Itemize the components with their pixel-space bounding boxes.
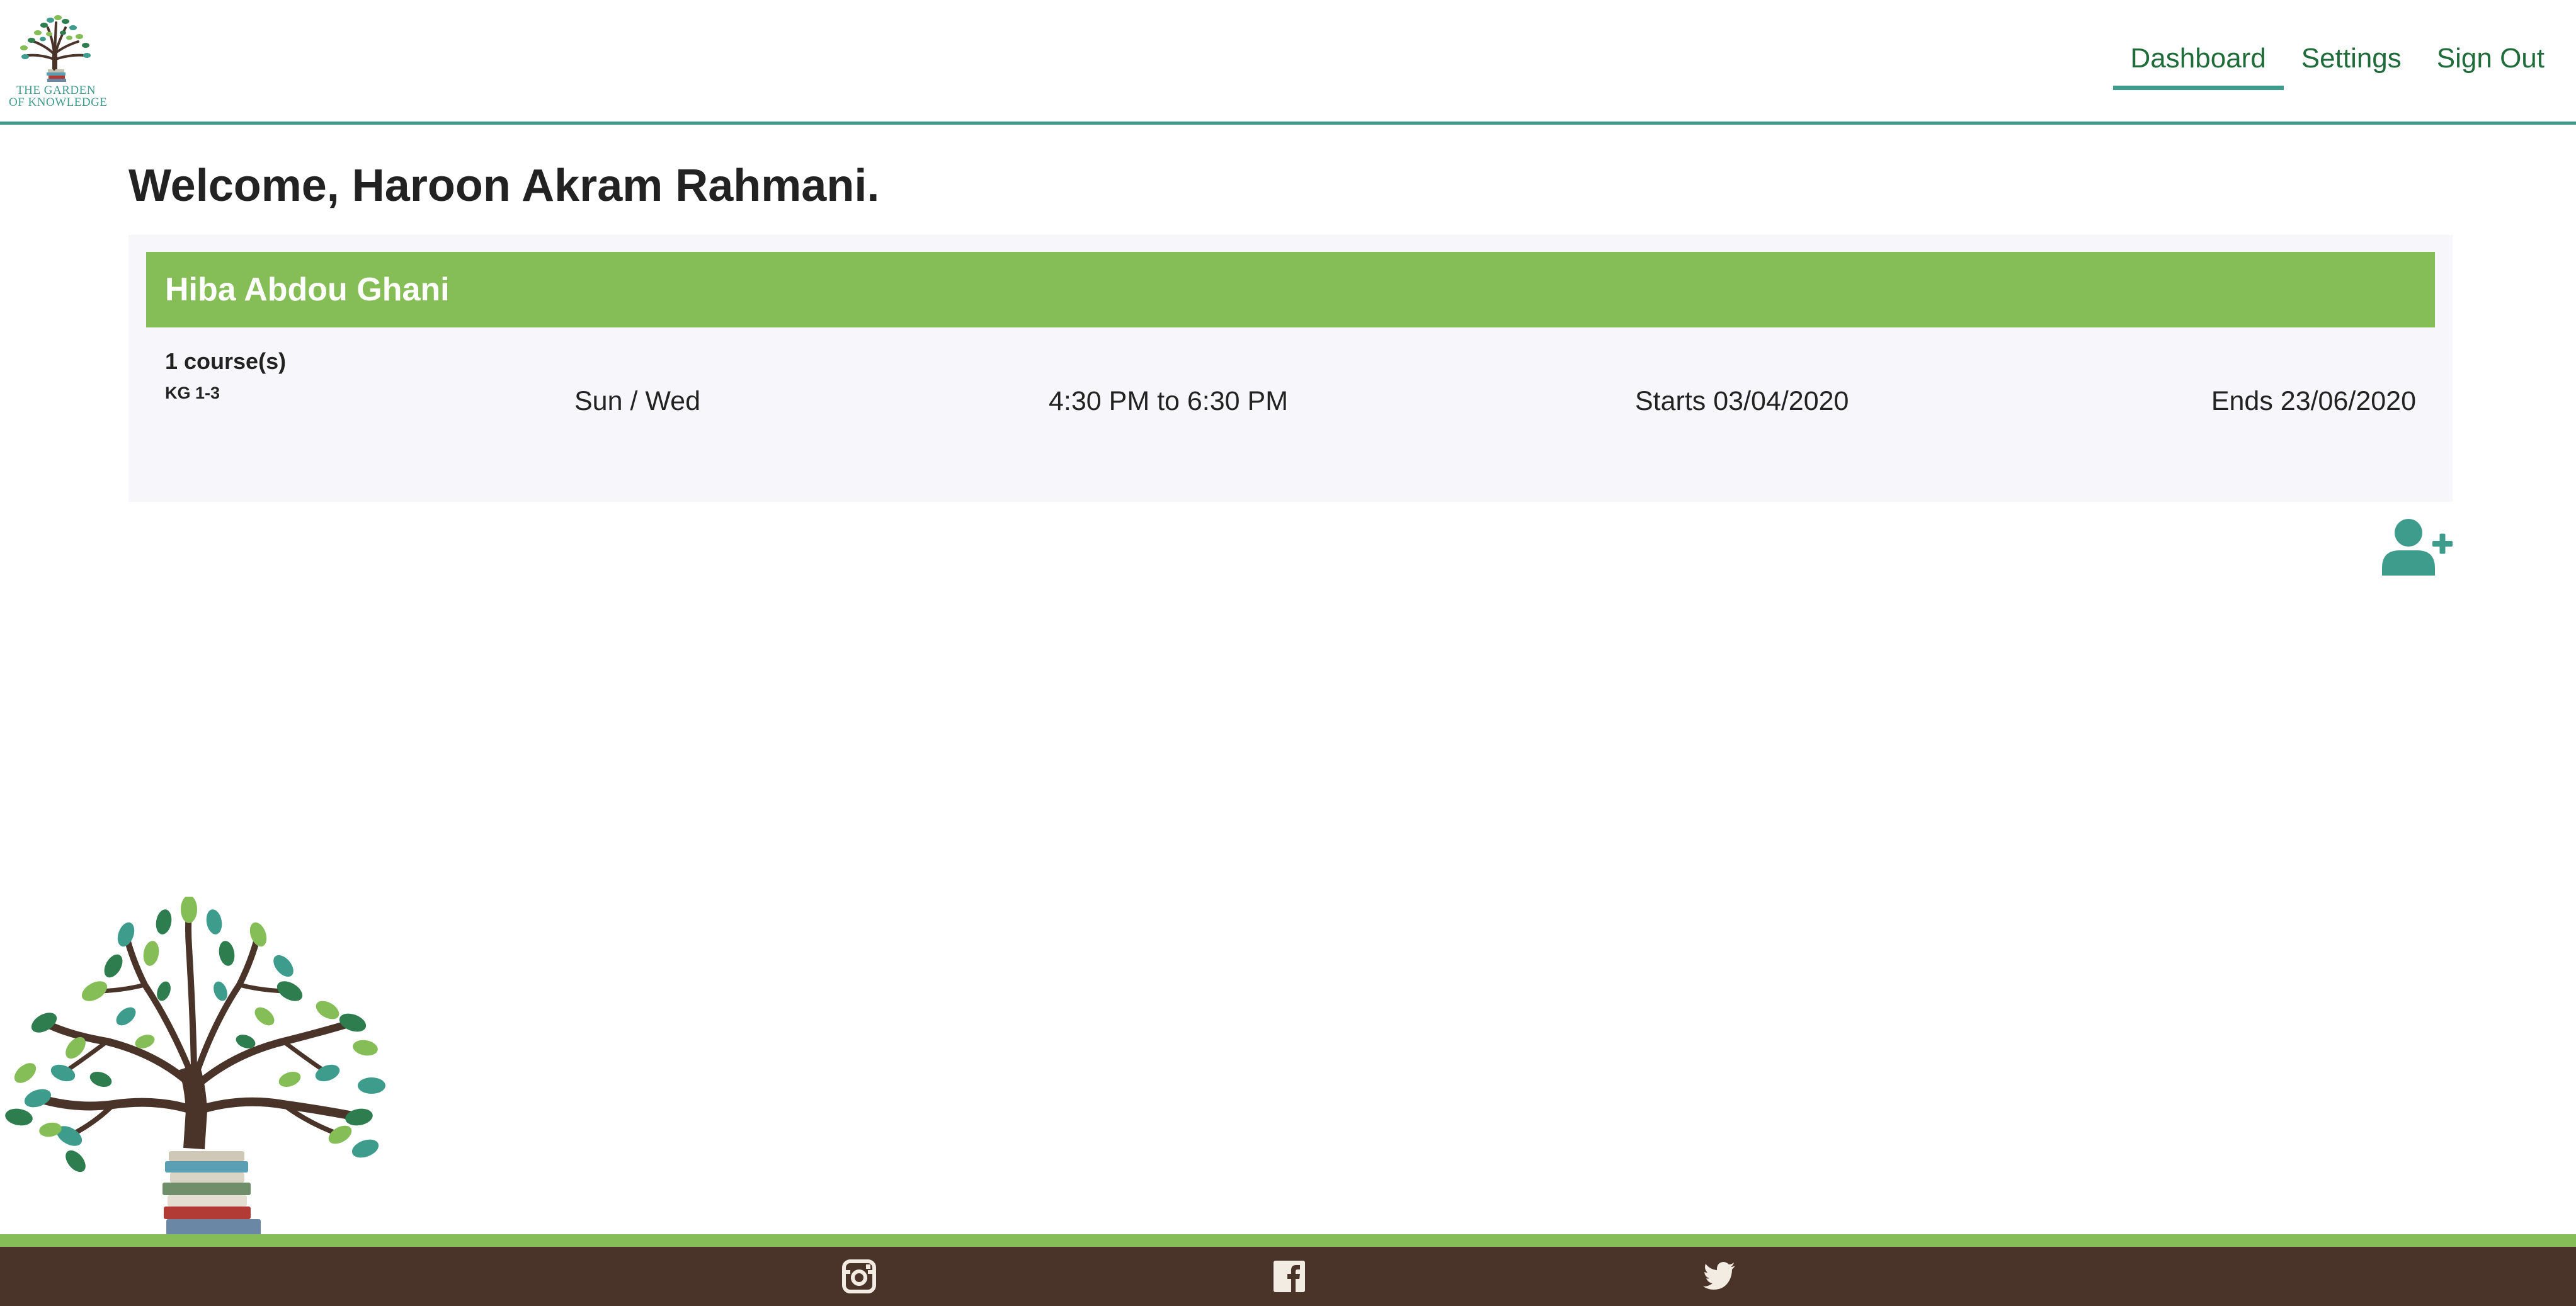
course-days: Sun / Wed	[574, 386, 700, 416]
footer-accent-stripe	[0, 1234, 2576, 1247]
welcome-heading: Welcome, Haroon Akram Rahmani.	[128, 161, 880, 211]
user-plus-icon	[2382, 519, 2453, 576]
facebook-icon[interactable]	[1272, 1259, 1306, 1293]
add-student-button[interactable]	[2382, 518, 2453, 576]
nav-settings-link[interactable]: Settings	[2284, 37, 2419, 86]
course-start-date: Starts 03/04/2020	[1635, 386, 1849, 416]
nav-dashboard-link[interactable]: Dashboard	[2112, 37, 2284, 90]
book-stack-icon	[162, 1151, 261, 1235]
tree-illustration-icon	[5, 897, 385, 1235]
main-nav: Dashboard Settings Sign Out	[2112, 37, 2562, 90]
student-name: Hiba Abdou Ghani	[165, 271, 450, 308]
top-navbar: THE GARDEN OF KNOWLEDGE Dashboard Settin…	[0, 0, 2576, 125]
course-end-date: Ends 23/06/2020	[2211, 386, 2416, 416]
brand-name-line1: THE GARDEN	[16, 84, 96, 97]
nav-sign-out-link[interactable]: Sign Out	[2419, 37, 2562, 86]
tree-with-books-logo-icon	[20, 15, 91, 82]
instagram-icon[interactable]	[842, 1259, 876, 1293]
student-header-bar[interactable]: Hiba Abdou Ghani	[146, 252, 2435, 327]
course-time: 4:30 PM to 6:30 PM	[1049, 386, 1289, 416]
brand-logo[interactable]: THE GARDEN OF KNOWLEDGE	[9, 9, 108, 116]
brand-name-line2: OF KNOWLEDGE	[9, 96, 108, 109]
course-count: 1 course(s)	[165, 348, 287, 374]
footer	[0, 1247, 2576, 1306]
student-card: Hiba Abdou Ghani 1 course(s) KG 1-3 Sun …	[128, 235, 2453, 502]
twitter-icon[interactable]	[1702, 1259, 1736, 1293]
course-level: KG 1-3	[165, 383, 220, 402]
